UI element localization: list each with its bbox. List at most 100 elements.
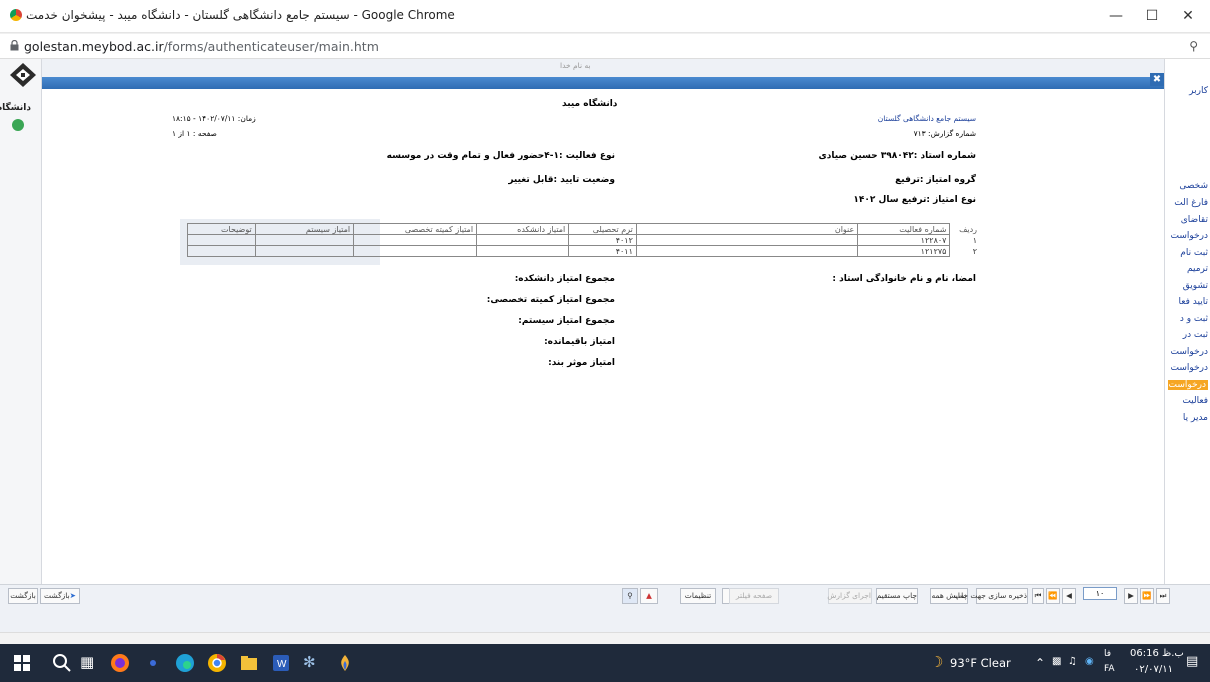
- notification-icon[interactable]: ▤: [1186, 654, 1198, 669]
- font-icon: ▲: [646, 591, 652, 600]
- university-logo-icon: [10, 63, 36, 87]
- search-taskbar-icon[interactable]: [52, 653, 72, 673]
- filter-button[interactable]: صفحه فیلتر: [729, 588, 779, 604]
- prev-page-button[interactable]: ◀: [1062, 588, 1076, 604]
- maximize-button[interactable]: ☐: [1134, 4, 1170, 28]
- horizontal-scrollbar[interactable]: [0, 632, 1210, 644]
- right-menu-item[interactable]: تشویق: [1168, 281, 1208, 291]
- activities-table: ردیف شماره فعالیت عنوان ترم تحصیلی امتیاز دا…: [187, 223, 980, 257]
- close-button[interactable]: ✕: [1170, 4, 1206, 28]
- word-icon[interactable]: W: [271, 653, 291, 673]
- tray-chevron-icon[interactable]: ⌃: [1035, 656, 1045, 670]
- svg-text:W: W: [277, 659, 287, 670]
- professor-info: شماره استاد :۳۹۸۰۴۲ حسین صیادی: [818, 151, 976, 161]
- right-menu-item[interactable]: ثبت در: [1168, 330, 1208, 340]
- table-cell: [353, 245, 478, 257]
- report-number: شماره گزارش: ۷۱۳: [913, 129, 976, 138]
- right-menu-item[interactable]: فعالیت: [1168, 396, 1208, 406]
- right-menu-item[interactable]: ترمیم: [1168, 264, 1208, 274]
- paint-icon[interactable]: ✻: [303, 653, 323, 673]
- lang-indicator-latin[interactable]: FA: [1104, 664, 1115, 674]
- page-number-input[interactable]: ۱۰: [1083, 587, 1117, 600]
- table-header-cell: توضیحات: [187, 223, 256, 235]
- activity-type: نوع فعالیت :۱-۴حضور فعال و تمام وقت در م…: [386, 151, 615, 161]
- right-menu-item[interactable]: کاربر: [1168, 86, 1208, 96]
- sum-label: امتیاز باقیمانده:: [544, 337, 615, 347]
- network-icon[interactable]: ▩: [1052, 656, 1061, 667]
- clock-time[interactable]: 06:16 ب.ظ: [1130, 648, 1184, 659]
- browser-title-bar: سیستم جامع دانشگاهی گلستان - دانشگاه میب…: [0, 0, 1210, 33]
- file-explorer-icon[interactable]: [239, 653, 259, 673]
- table-cell: ۱: [972, 235, 977, 245]
- search-button[interactable]: ⚲: [622, 588, 638, 604]
- clock-date[interactable]: ۰۲/۰۷/۱۱: [1134, 664, 1173, 675]
- url-text[interactable]: golestan.meybod.ac.ir/forms/authenticate…: [24, 39, 379, 54]
- right-menu-item[interactable]: شخصی: [1168, 181, 1208, 191]
- right-menu-item[interactable]: مدیر یا: [1168, 413, 1208, 423]
- windows-taskbar: ▦ W ✻ ☽ 93°F Clear ⌃ ▩ ♫ ◉ فا FA 06:16 ب…: [0, 644, 1210, 682]
- minimize-button[interactable]: —: [1098, 4, 1134, 28]
- flame-app-icon[interactable]: [335, 653, 355, 673]
- back-button[interactable]: ➤بازگشت: [40, 588, 80, 604]
- table-header-cell: امتیاز دانشکده: [476, 223, 570, 235]
- lang-indicator[interactable]: فا: [1104, 649, 1111, 659]
- back-button-2[interactable]: بازگشت: [8, 588, 38, 604]
- score-type: نوع امتیاز :ترفیع سال ۱۴۰۲: [853, 195, 976, 205]
- last-page-button[interactable]: ⏭: [1156, 588, 1170, 604]
- back-arrow-icon: ➤: [69, 591, 76, 600]
- first-page-button[interactable]: ⏮: [1032, 588, 1044, 604]
- run-report-button[interactable]: اجرای گزارش: [827, 588, 872, 604]
- right-menu-item[interactable]: درخواست: [1168, 379, 1208, 390]
- report-toolbar: بازگشت ➤بازگشت ⚲ ▲ تنظیمات ⚙ صفحه فیلتر …: [0, 584, 1210, 606]
- task-view-icon[interactable]: ▦: [80, 653, 100, 673]
- table-cell: [635, 234, 859, 246]
- report-close-button[interactable]: ✖: [1150, 73, 1164, 86]
- table-cell: [476, 245, 570, 257]
- direct-print-button[interactable]: چاپ مستقیم: [876, 588, 918, 604]
- table-cell: [187, 234, 256, 246]
- window-title: سیستم جامع دانشگاهی گلستان - دانشگاه میب…: [10, 8, 455, 22]
- right-menu-item[interactable]: درخواست: [1168, 347, 1208, 357]
- edge-icon[interactable]: [175, 653, 195, 673]
- right-menu-item[interactable]: ثبت نام: [1168, 248, 1208, 258]
- table-header-row: ردیف شماره فعالیت عنوان ترم تحصیلی امتیاز دا…: [187, 223, 981, 235]
- weather-moon-icon[interactable]: ☽: [930, 653, 950, 673]
- table-cell: ۲: [972, 246, 977, 256]
- volume-icon[interactable]: ♫: [1068, 656, 1077, 667]
- table-cell: [187, 245, 256, 257]
- table-header-cell: ترم تحصیلی: [568, 223, 637, 235]
- top-banner: به نام خدا: [560, 61, 591, 70]
- left-pane: دانشگاه میبد: [0, 59, 42, 644]
- windows-start-icon[interactable]: [12, 653, 32, 673]
- prev-10-button[interactable]: ⏪: [1046, 588, 1060, 604]
- table-cell: ۴۰۱۲: [568, 234, 637, 246]
- firefox-icon[interactable]: [110, 653, 130, 673]
- right-menu-item[interactable]: درخواست: [1168, 231, 1208, 241]
- ab-button[interactable]: ▲: [640, 588, 658, 604]
- key-icon[interactable]: ⚲: [1189, 39, 1198, 53]
- save-print-button[interactable]: ذخیره سازی جهت چاپ: [954, 588, 1028, 604]
- table-cell: [353, 234, 478, 246]
- table-row: ۱ ۱۲۲۸۰۷ ۴۰۱۲: [187, 234, 981, 246]
- next-10-button[interactable]: ⏩: [1140, 588, 1154, 604]
- signature-label: امضا، نام و نام خانوادگی استاد :: [832, 274, 976, 284]
- tray-app-icon[interactable]: ◉: [1085, 656, 1094, 667]
- table-header-cell: ردیف: [959, 224, 977, 234]
- app-dot-icon[interactable]: [143, 653, 163, 673]
- settings-button[interactable]: تنظیمات: [680, 588, 716, 604]
- table-cell: [254, 234, 355, 246]
- right-menu-item[interactable]: فارغ الت: [1168, 198, 1208, 208]
- address-bar[interactable]: golestan.meybod.ac.ir/forms/authenticate…: [0, 34, 1210, 59]
- report-page: دانشگاه میبد سیستم جامع دانشگاهی گلستان …: [42, 89, 1164, 584]
- next-page-button[interactable]: ▶: [1124, 588, 1138, 604]
- right-menu-item[interactable]: تایید فعا: [1168, 297, 1208, 307]
- chrome-taskbar-icon[interactable]: [207, 653, 227, 673]
- approval-status: وضعیت تایید :قابل تغییر: [508, 175, 615, 185]
- sum-label: مجموع امتیاز سیستم:: [518, 316, 615, 326]
- sum-label: مجموع امتیاز دانشکده:: [514, 274, 615, 284]
- weather-text[interactable]: 93°F Clear: [950, 656, 1011, 670]
- chrome-icon: [10, 9, 22, 21]
- right-menu-item[interactable]: درخواست: [1168, 363, 1208, 373]
- right-menu-item[interactable]: تقاضای: [1168, 215, 1208, 225]
- right-menu-item[interactable]: ثبت و د: [1168, 314, 1208, 324]
